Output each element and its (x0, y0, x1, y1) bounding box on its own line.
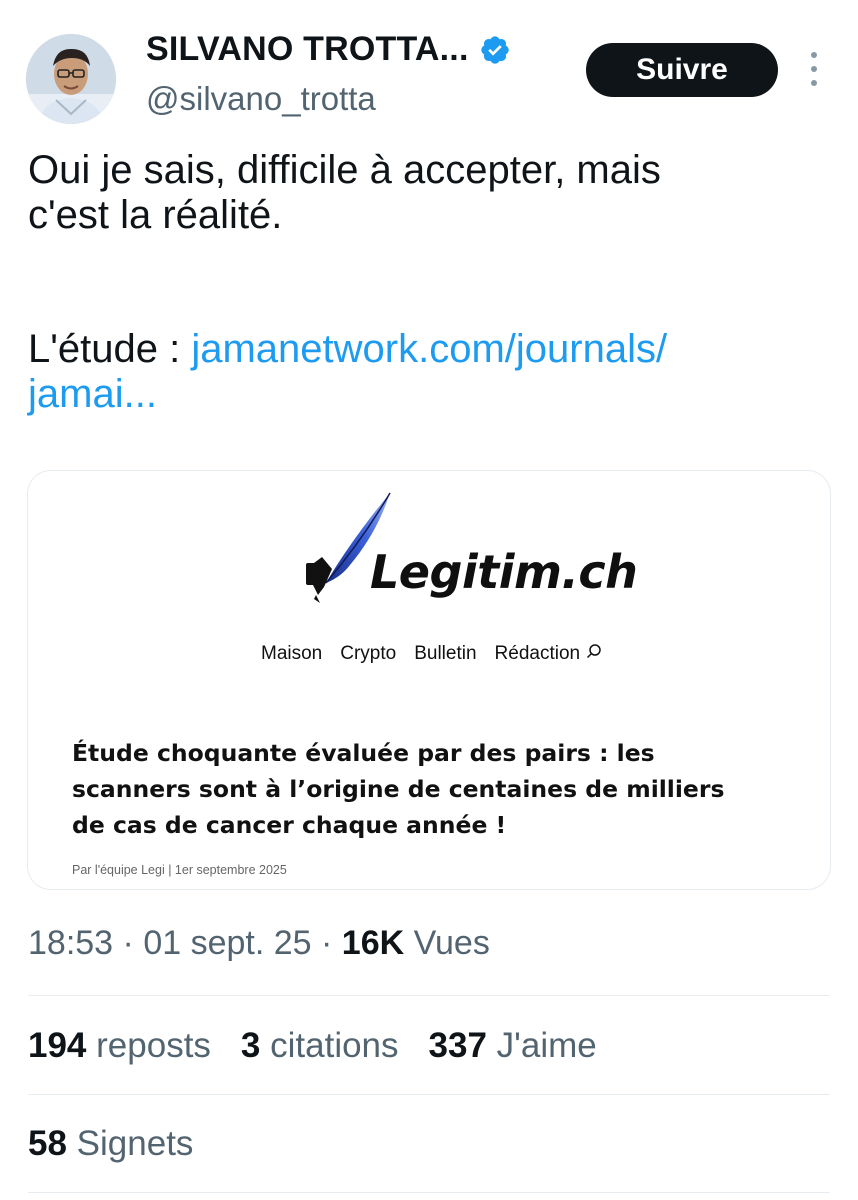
citations-count: 3 (240, 1026, 261, 1065)
tweet-text: Oui je sais, difficile à accepter, mais … (28, 148, 828, 417)
tweet-time[interactable]: 18:53 (28, 924, 113, 962)
avatar[interactable] (26, 34, 116, 124)
views-count: 16K (341, 924, 405, 962)
tweet-line-2: c'est la réalité. (28, 193, 283, 237)
likes-stat[interactable]: 337 J'aime (429, 1026, 597, 1066)
reposts-label: reposts (96, 1026, 211, 1065)
nav-item-redaction[interactable]: Rédaction (495, 643, 581, 665)
engagement-stats: 194 reposts 3 citations 337 J'aime (28, 1026, 597, 1066)
tweet-line-1: Oui je sais, difficile à accepter, mais (28, 148, 661, 192)
bookmarks-label: Signets (76, 1124, 194, 1163)
article-headline: Étude choquante évaluée par des pairs : … (72, 735, 812, 843)
headline-line-1: Étude choquante évaluée par des pairs : … (72, 739, 655, 767)
link-preview-card[interactable]: Legitim.ch Maison Crypto Bulletin Rédact… (27, 470, 831, 890)
site-nav: Maison Crypto Bulletin Rédaction (261, 643, 602, 665)
study-link-continued[interactable]: jamai... (28, 372, 157, 416)
likes-count: 337 (428, 1026, 487, 1065)
divider (28, 1192, 830, 1193)
author-handle[interactable]: @silvano_trotta (146, 80, 376, 118)
divider (28, 995, 830, 996)
more-vertical-icon[interactable] (804, 52, 824, 86)
study-prefix: L'étude : (28, 327, 192, 371)
nav-item-crypto[interactable]: Crypto (340, 643, 396, 665)
tweet-meta: 18:53 · 01 sept. 25 · 16K Vues (28, 924, 490, 962)
author-name[interactable]: SILVANO TROTTA... (146, 30, 469, 69)
avatar-image (26, 34, 116, 124)
likes-label: J'aime (496, 1026, 597, 1065)
citations-stat[interactable]: 3 citations (241, 1026, 399, 1066)
tweet-study-line: L'étude : jamanetwork.com/journals/ (28, 327, 828, 372)
follow-button[interactable]: Suivre (586, 43, 778, 97)
logo-text: Legitim.ch (370, 545, 638, 599)
site-logo: Legitim.ch (278, 487, 638, 617)
article-byline: Par l'équipe Legi | 1er septembre 2025 (72, 863, 287, 877)
search-icon[interactable] (586, 643, 602, 665)
tweet-link-continued: jamai... (28, 372, 828, 417)
citations-label: citations (270, 1026, 399, 1065)
study-link[interactable]: jamanetwork.com/journals/ (191, 327, 667, 371)
nav-item-maison[interactable]: Maison (261, 643, 322, 665)
divider (28, 1094, 830, 1095)
tweet-date[interactable]: 01 sept. 25 (143, 924, 311, 962)
nav-item-bulletin[interactable]: Bulletin (414, 643, 476, 665)
views-label: Vues (413, 924, 490, 962)
bookmarks-stat[interactable]: 58 Signets (28, 1124, 193, 1164)
reposts-stat[interactable]: 194 reposts (28, 1026, 211, 1066)
reposts-count: 194 (28, 1026, 87, 1065)
author-name-row[interactable]: SILVANO TROTTA... (146, 30, 511, 69)
bookmarks-count: 58 (28, 1124, 67, 1163)
headline-line-3: de cas de cancer chaque année ! (72, 811, 507, 839)
headline-line-2: scanners sont à l’origine de centaines d… (72, 775, 725, 803)
verified-badge-icon (479, 34, 511, 66)
